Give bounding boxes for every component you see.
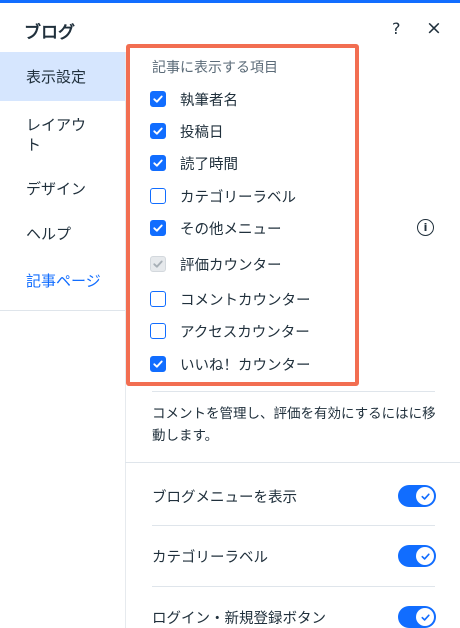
- display-items-title: 記事に表示する項目: [152, 60, 278, 76]
- comment-note: コメントを管理し、評価を有効にするにはに移動します。: [152, 406, 436, 444]
- sidebar-item-layout[interactable]: レイアウ ト: [0, 115, 125, 155]
- sidebar-item-design[interactable]: デザイン: [0, 179, 125, 199]
- checkbox-checked-icon[interactable]: [150, 123, 166, 139]
- section-divider: [152, 391, 435, 392]
- info-icon[interactable]: i: [417, 219, 434, 236]
- checkbox-empty-icon[interactable]: [150, 323, 166, 339]
- checkbox-checked-icon[interactable]: [150, 220, 166, 236]
- check-icon: [416, 487, 434, 505]
- checkbox-empty-icon[interactable]: [150, 291, 166, 307]
- checkbox-item-rating-counter: 評価カウンター: [150, 253, 282, 275]
- checkbox-checked-icon[interactable]: [150, 91, 166, 107]
- checkbox-label: コメントカウンター: [180, 292, 311, 309]
- checkbox-label: カテゴリーラベル: [180, 189, 296, 206]
- checkbox-label: 投稿日: [180, 124, 224, 141]
- sidebar-item-post-page[interactable]: 記事ページ: [0, 271, 125, 291]
- sidebar-item-help[interactable]: ヘルプ: [0, 224, 125, 244]
- row-divider: [125, 462, 460, 463]
- sidebar: 表示設定 レイアウ ト デザイン ヘルプ 記事ページ: [0, 52, 126, 628]
- checkbox-item-like-counter[interactable]: いいね！カウンター: [150, 353, 311, 375]
- checkbox-label: 読了時間: [180, 156, 238, 173]
- checkbox-label: アクセスカウンター: [180, 324, 310, 341]
- checkbox-item-more-menu[interactable]: その他メニュー: [150, 217, 282, 239]
- toggle-label-blog-menu: ブログメニューを表示: [152, 490, 297, 506]
- check-icon: [416, 608, 434, 626]
- check-icon: [416, 547, 434, 565]
- row-divider: [152, 525, 435, 526]
- toggle-login-button[interactable]: [398, 606, 436, 628]
- sidebar-divider: [0, 310, 125, 311]
- checkbox-label: 評価カウンター: [180, 257, 282, 274]
- close-icon[interactable]: ×: [426, 17, 442, 39]
- toggle-label-login: ログイン・新規登録ボタン: [152, 611, 326, 627]
- panel-title: ブログ: [24, 23, 75, 43]
- checkbox-item-comment-counter[interactable]: コメントカウンター: [150, 288, 311, 310]
- help-icon[interactable]: ?: [392, 19, 401, 38]
- checkbox-label: その他メニュー: [180, 221, 282, 238]
- checkbox-label: いいね！カウンター: [180, 357, 311, 374]
- sidebar-item-display-settings[interactable]: 表示設定: [0, 52, 125, 101]
- checkbox-item-view-counter[interactable]: アクセスカウンター: [150, 320, 310, 342]
- checkbox-empty-icon[interactable]: [150, 188, 166, 204]
- checkbox-item-category-label[interactable]: カテゴリーラベル: [150, 185, 296, 207]
- checkbox-label: 執筆者名: [180, 92, 238, 109]
- panel-header: ブログ ? ×: [0, 3, 460, 52]
- toggle-label-category: カテゴリーラベル: [152, 550, 268, 566]
- checkbox-item-author[interactable]: 執筆者名: [150, 88, 238, 110]
- checkbox-checked-icon: [150, 256, 166, 272]
- checkbox-item-post-date[interactable]: 投稿日: [150, 120, 224, 142]
- toggle-blog-menu[interactable]: [398, 485, 436, 507]
- checkbox-checked-icon[interactable]: [150, 356, 166, 372]
- row-divider: [152, 586, 435, 587]
- toggle-category-label[interactable]: [398, 545, 436, 567]
- checkbox-checked-icon[interactable]: [150, 155, 166, 171]
- checkbox-item-reading-time[interactable]: 読了時間: [150, 152, 238, 174]
